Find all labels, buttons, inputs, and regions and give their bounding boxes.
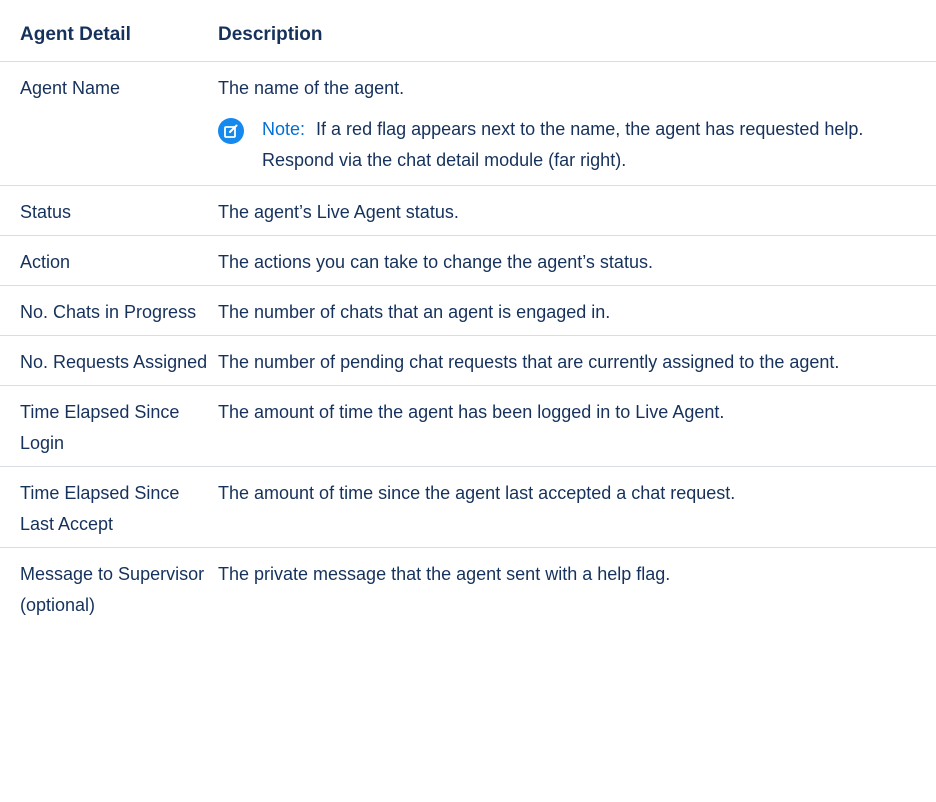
row-detail-cell: Time Elapsed Since Last Accept — [0, 466, 210, 548]
header-agent-detail: Agent Detail — [0, 8, 210, 62]
header-description: Description — [210, 8, 936, 62]
row-description-cell: The agent’s Live Agent status. — [210, 185, 936, 236]
row-description-cell: The actions you can take to change the a… — [210, 235, 936, 286]
row-detail-cell: No. Chats in Progress — [0, 285, 210, 336]
table-row: No. Requests Assigned The number of pend… — [0, 335, 936, 386]
row-description-cell: The number of chats that an agent is eng… — [210, 285, 936, 336]
row-detail-cell: Time Elapsed Since Login — [0, 385, 210, 467]
row-detail-cell: Message to Supervisor (optional) — [20, 564, 205, 615]
table-row: Action The actions you can take to chang… — [0, 235, 936, 286]
table-header-row: Agent Detail Description — [0, 8, 936, 62]
note-edit-icon — [218, 118, 244, 144]
table-row: Message to Supervisor (optional) The pri… — [0, 548, 936, 629]
agent-detail-table: Agent Detail Description Agent Name The … — [0, 8, 936, 628]
table-row: Time Elapsed Since Login The amount of t… — [0, 385, 936, 467]
row-detail-cell: Action — [0, 235, 210, 286]
row-detail-cell: Status — [0, 185, 210, 236]
table-row: No. Chats in Progress The number of chat… — [0, 285, 936, 336]
table-row: Status The agent’s Live Agent status. — [0, 185, 936, 236]
row-detail-cell: No. Requests Assigned — [0, 335, 210, 386]
note-callout: Note: If a red flag appears next to the … — [218, 114, 930, 178]
row-description-cell: The number of pending chat requests that… — [210, 335, 936, 386]
row-description-cell: The private message that the agent sent … — [218, 564, 671, 584]
row-detail-cell: Agent Name — [0, 61, 210, 186]
row-description-text: The name of the agent. — [218, 78, 405, 98]
table-row: Time Elapsed Since Last Accept The amoun… — [0, 466, 936, 548]
note-text: If a red flag appears next to the name, … — [262, 119, 864, 170]
row-description-cell: The name of the agent. Note: If a red fl… — [210, 61, 936, 186]
table-row: Agent Name The name of the agent. Note: … — [0, 61, 936, 186]
note-label: Note: — [262, 119, 306, 139]
row-description-cell: The amount of time since the agent last … — [210, 466, 936, 548]
row-description-cell: The amount of time the agent has been lo… — [210, 385, 936, 467]
